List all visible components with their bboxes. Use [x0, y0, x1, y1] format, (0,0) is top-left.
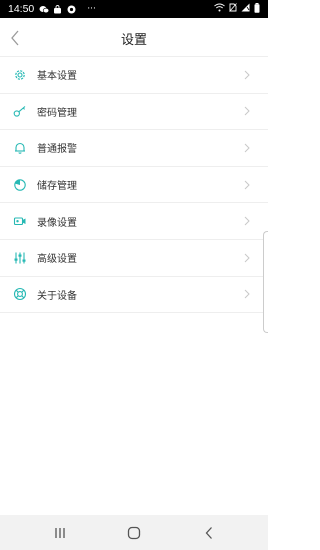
bag-icon	[53, 4, 62, 14]
system-nav-bar	[0, 515, 268, 550]
chevron-right-icon	[244, 180, 252, 190]
status-more-dots: ···	[87, 4, 96, 14]
chevron-right-icon	[244, 143, 252, 153]
menu-item-password-management[interactable]: 密码管理	[0, 94, 268, 131]
menu-item-basic-settings[interactable]: 基本设置	[0, 57, 268, 94]
back-icon[interactable]	[200, 524, 218, 542]
gear-icon	[13, 68, 27, 82]
menu-item-label: 储存管理	[37, 181, 77, 193]
key-icon	[13, 104, 27, 118]
wifi-icon	[214, 3, 225, 15]
chevron-right-icon	[244, 216, 252, 226]
pie-chart-icon	[13, 178, 27, 192]
home-icon[interactable]	[125, 524, 143, 542]
status-bar: 14:50 ···	[0, 0, 268, 18]
chevron-right-icon	[244, 253, 252, 263]
menu-item-label: 普通报警	[37, 144, 77, 156]
shield-icon	[67, 5, 76, 14]
menu-item-label: 录像设置	[37, 217, 77, 229]
menu-item-label: 关于设备	[37, 290, 77, 302]
menu-item-label: 密码管理	[37, 107, 77, 119]
sliders-icon	[13, 251, 27, 265]
menu-item-general-alarm[interactable]: 普通报警	[0, 130, 268, 167]
chevron-right-icon	[244, 106, 252, 116]
settings-menu: 基本设置 密码管理 普通报警 储存管理 录像设置 高级设置 关于设备	[0, 57, 268, 314]
recents-icon[interactable]	[51, 524, 69, 542]
settings-screen: 14:50 ··· 设置 基本设置 密码管理 普通报警 储存管理 录像设置 高级…	[0, 0, 268, 550]
signal-icon	[241, 3, 250, 15]
menu-item-label: 高级设置	[37, 254, 77, 266]
no-sim-icon	[229, 3, 237, 15]
status-right	[214, 2, 260, 16]
menu-item-recording-settings[interactable]: 录像设置	[0, 203, 268, 240]
chevron-right-icon	[244, 289, 252, 299]
menu-item-label: 基本设置	[37, 71, 77, 83]
menu-item-advanced-settings[interactable]: 高级设置	[0, 240, 268, 277]
header: 设置	[0, 18, 268, 58]
status-left: 14:50 ···	[8, 3, 96, 15]
video-camera-icon	[13, 214, 27, 228]
lifebuoy-icon	[13, 287, 27, 301]
back-chevron-icon[interactable]	[6, 26, 24, 50]
page-title: 设置	[120, 32, 147, 48]
status-time: 14:50	[8, 3, 35, 15]
bell-icon	[13, 141, 27, 155]
chevron-right-icon	[244, 70, 252, 80]
battery-icon	[254, 2, 260, 16]
chat-icon	[39, 5, 50, 14]
menu-item-storage-management[interactable]: 储存管理	[0, 167, 268, 204]
menu-item-about-device[interactable]: 关于设备	[0, 277, 268, 314]
edge-panel-handle[interactable]	[263, 231, 268, 333]
